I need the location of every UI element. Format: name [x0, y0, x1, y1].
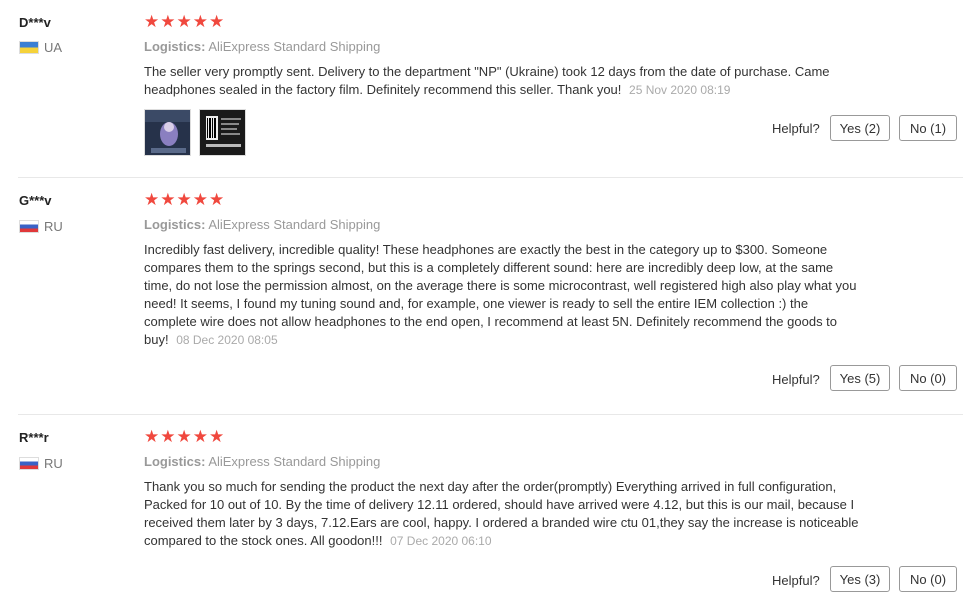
- logistics-value: AliExpress Standard Shipping: [208, 454, 381, 469]
- box-barcode-photo-icon: [200, 110, 245, 155]
- review-text-block: Thank you so much for sending the produc…: [144, 478, 864, 550]
- review-text: Thank you so much for sending the produc…: [144, 479, 859, 548]
- helpful-no-button[interactable]: No (0): [899, 566, 957, 592]
- helpful-label: Helpful?: [772, 121, 820, 136]
- logistics-label: Logistics:: [144, 39, 206, 54]
- country-code: UA: [44, 40, 63, 55]
- headphones-box-photo-icon: [145, 110, 190, 155]
- logistics-info: Logistics: AliExpress Standard Shipping: [144, 39, 380, 54]
- review-photo-thumbnail[interactable]: [144, 109, 191, 156]
- helpful-yes-button[interactable]: Yes (2): [830, 115, 890, 141]
- helpful-yes-button[interactable]: Yes (3): [830, 566, 890, 592]
- reviewer-name: G***v: [19, 193, 52, 208]
- review-date: 25 Nov 2020 08:19: [629, 83, 731, 97]
- country-code: RU: [44, 219, 63, 234]
- reviewer-name: R***r: [19, 430, 49, 445]
- review-text: Incredibly fast delivery, incredible qua…: [144, 242, 857, 347]
- star-rating: ★★★★★: [144, 190, 226, 209]
- ukraine-flag-icon: [19, 41, 39, 54]
- country-code: RU: [44, 456, 63, 471]
- logistics-label: Logistics:: [144, 217, 206, 232]
- logistics-value: AliExpress Standard Shipping: [208, 217, 381, 232]
- star-rating: ★★★★★: [144, 427, 226, 446]
- reviewer-country: UA: [19, 40, 62, 55]
- reviewer-country: RU: [19, 219, 63, 234]
- reviewer-name: D***v: [19, 15, 51, 30]
- review-item: D***v UA ★★★★★ Logistics: AliExpress Sta…: [0, 0, 976, 178]
- reviewer-country: RU: [19, 456, 63, 471]
- russia-flag-icon: [19, 220, 39, 233]
- star-rating: ★★★★★: [144, 12, 226, 31]
- review-item: G***v RU ★★★★★ Logistics: AliExpress Sta…: [0, 178, 976, 415]
- review-date: 08 Dec 2020 08:05: [176, 333, 278, 347]
- logistics-value: AliExpress Standard Shipping: [208, 39, 381, 54]
- review-date: 07 Dec 2020 06:10: [390, 534, 492, 548]
- helpful-label: Helpful?: [772, 573, 820, 588]
- review-photo-thumbnail[interactable]: [199, 109, 246, 156]
- logistics-info: Logistics: AliExpress Standard Shipping: [144, 217, 380, 232]
- review-text-block: The seller very promptly sent. Delivery …: [144, 63, 864, 99]
- russia-flag-icon: [19, 457, 39, 470]
- review-item: R***r RU ★★★★★ Logistics: AliExpress Sta…: [0, 415, 976, 615]
- review-text-block: Incredibly fast delivery, incredible qua…: [144, 241, 864, 349]
- logistics-label: Logistics:: [144, 454, 206, 469]
- helpful-label: Helpful?: [772, 372, 820, 387]
- helpful-yes-button[interactable]: Yes (5): [830, 365, 890, 391]
- logistics-info: Logistics: AliExpress Standard Shipping: [144, 454, 380, 469]
- helpful-no-button[interactable]: No (1): [899, 115, 957, 141]
- helpful-no-button[interactable]: No (0): [899, 365, 957, 391]
